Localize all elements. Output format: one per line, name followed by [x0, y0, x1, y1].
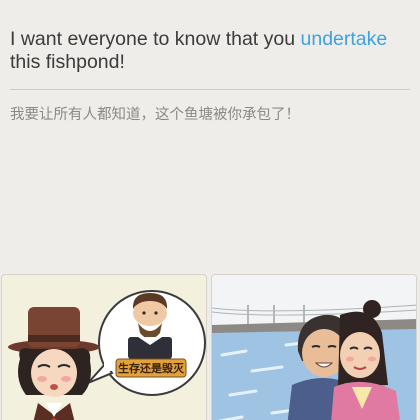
sentence-prefix: I want everyone to know that you: [10, 28, 301, 50]
option-1-label: 生存还是毁灭: [118, 361, 185, 375]
option-card-2[interactable]: [211, 274, 417, 420]
chinese-translation: 我要让所有人都知道，这个鱼塘被你承包了！: [10, 107, 300, 123]
sentence-suffix: this fishpond!: [10, 51, 125, 73]
couple-at-fishpond-illustration: [212, 275, 416, 420]
question-sentence: I want everyone to know that you underta…: [10, 28, 410, 74]
option-card-1[interactable]: 生存还是毁灭: [1, 274, 207, 420]
gentleman-with-shakespeare-bubble-illustration: 生存还是毁灭: [2, 275, 206, 420]
highlight-word[interactable]: undertake: [301, 28, 388, 50]
divider: [10, 89, 410, 90]
